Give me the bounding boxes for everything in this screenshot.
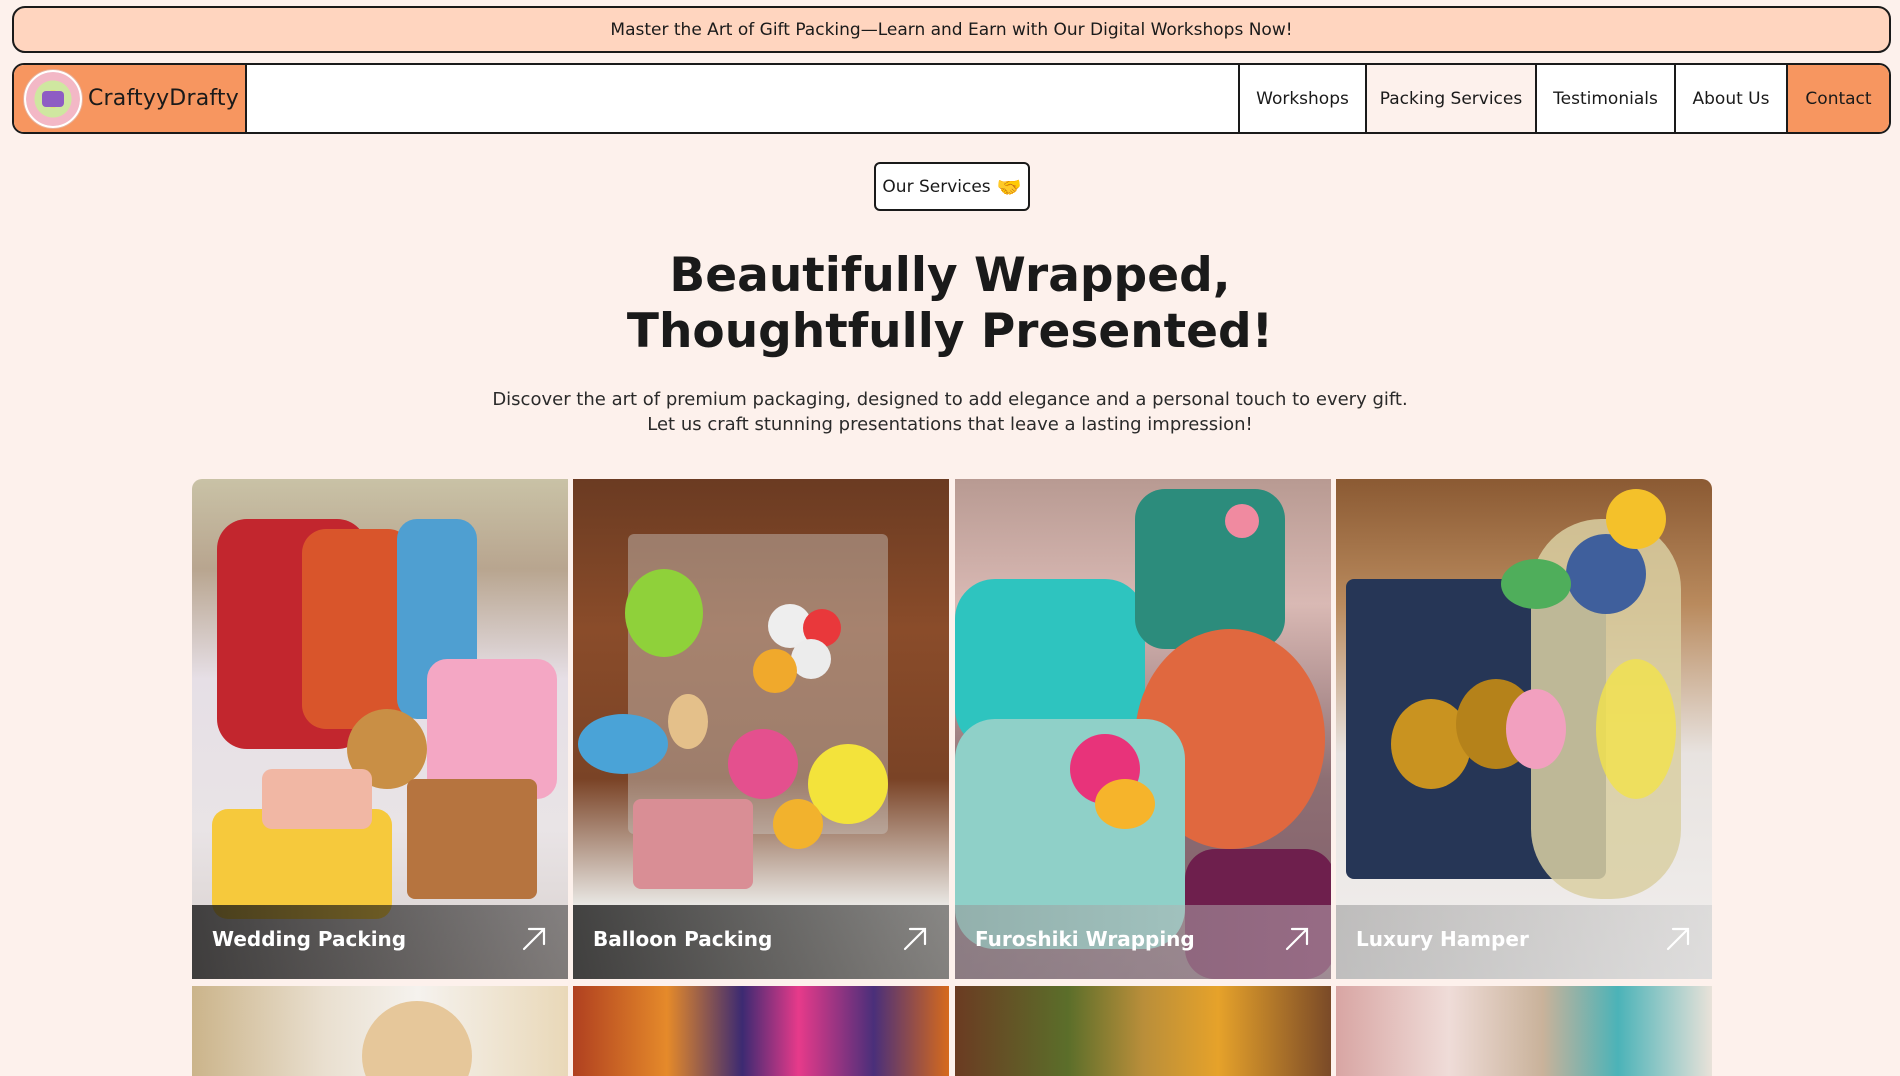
service-card-image: [1336, 986, 1712, 1076]
hero-subtitle-line-2: Let us craft stunning presentations that…: [647, 414, 1253, 435]
service-card-luxury-hamper[interactable]: Luxury Hamper: [1336, 479, 1712, 979]
wedding-packing-image: [192, 479, 568, 979]
hero-subtitle: Discover the art of premium packaging, d…: [0, 387, 1900, 437]
service-card-caption: Balloon Packing: [573, 905, 949, 979]
service-card-caption: Furoshiki Wrapping: [955, 905, 1331, 979]
arrow-up-right-icon: [522, 927, 546, 951]
service-card-row2-4[interactable]: [1336, 986, 1712, 1076]
service-card-image: [192, 986, 568, 1076]
furoshiki-wrapping-image: [955, 479, 1331, 979]
announcement-text: Master the Art of Gift Packing—Learn and…: [610, 19, 1293, 40]
service-card-furoshiki-wrapping[interactable]: Furoshiki Wrapping: [955, 479, 1331, 979]
arrow-up-right-icon: [1666, 927, 1690, 951]
hero-title: Beautifully Wrapped, Thoughtfully Presen…: [0, 248, 1900, 360]
brand-home-link[interactable]: CraftyyDrafty: [14, 65, 247, 132]
nav-item-about-us[interactable]: About Us: [1674, 65, 1786, 132]
nav-item-workshops[interactable]: Workshops: [1238, 65, 1365, 132]
handshake-icon: 🤝: [996, 174, 1022, 199]
nav-item-packing-services[interactable]: Packing Services: [1365, 65, 1535, 132]
service-card-caption: Wedding Packing: [192, 905, 568, 979]
service-card-row2-3[interactable]: [955, 986, 1331, 1076]
luxury-hamper-image: [1336, 479, 1712, 979]
top-navbar: CraftyyDrafty Workshops Packing Services…: [12, 63, 1891, 134]
service-card-row2-1[interactable]: [192, 986, 568, 1076]
service-card-label: Furoshiki Wrapping: [975, 927, 1195, 951]
service-card-image: [573, 986, 949, 1076]
service-card-label: Balloon Packing: [593, 927, 773, 951]
service-card-balloon-packing[interactable]: Balloon Packing: [573, 479, 949, 979]
service-card-label: Wedding Packing: [212, 927, 407, 951]
announcement-bar[interactable]: Master the Art of Gift Packing—Learn and…: [12, 6, 1891, 53]
our-services-tag[interactable]: Our Services 🤝: [874, 162, 1030, 211]
hero-title-line-1: Beautifully Wrapped,: [669, 248, 1231, 303]
hero-title-line-2: Thoughtfully Presented!: [626, 304, 1274, 359]
service-card-caption: Luxury Hamper: [1336, 905, 1712, 979]
brand-name: CraftyyDrafty: [88, 86, 239, 111]
hero-subtitle-line-1: Discover the art of premium packaging, d…: [492, 389, 1408, 410]
brand-logo: [24, 69, 82, 128]
balloon-packing-image: [573, 479, 949, 979]
nav-item-contact[interactable]: Contact: [1786, 65, 1889, 132]
arrow-up-right-icon: [1285, 927, 1309, 951]
nav-item-testimonials[interactable]: Testimonials: [1535, 65, 1674, 132]
service-card-wedding-packing[interactable]: Wedding Packing: [192, 479, 568, 979]
service-card-label: Luxury Hamper: [1356, 927, 1529, 951]
our-services-label: Our Services: [882, 176, 991, 197]
arrow-up-right-icon: [903, 927, 927, 951]
service-card-row2-2[interactable]: [573, 986, 949, 1076]
service-card-image: [955, 986, 1331, 1076]
